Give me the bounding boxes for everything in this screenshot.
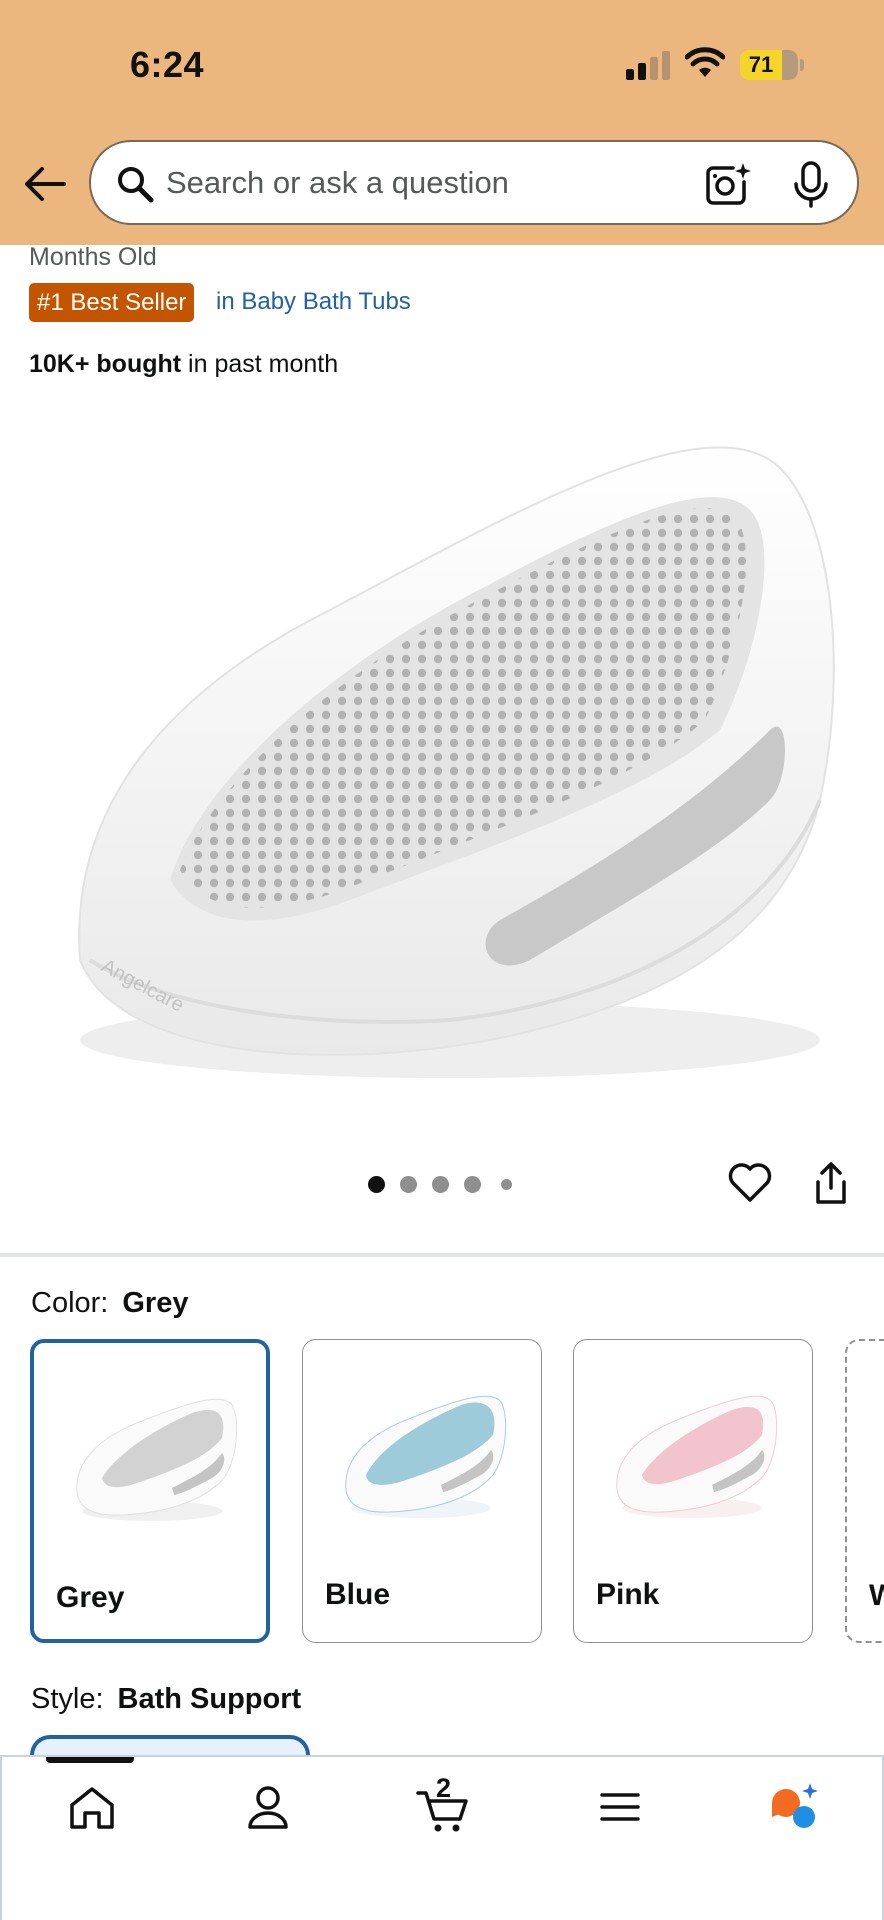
product-image[interactable]: Angelcare [30,400,854,1100]
battery-level: 71 [748,52,774,77]
microphone-icon[interactable] [791,160,831,208]
home-icon[interactable] [62,1779,122,1835]
battery-tip [800,59,804,71]
cart-count-badge: 2 [436,1773,452,1803]
selected-color: Grey [122,1287,189,1319]
swatch-label-grey: Grey [56,1581,125,1614]
color-swatch-list[interactable]: Grey Blue Pink W [0,1339,884,1645]
status-time: 6:24 [130,44,205,85]
color-label: Color: Grey [31,1287,188,1320]
color-swatch-white[interactable]: W [845,1339,884,1643]
wifi-icon [685,47,725,77]
share-icon[interactable] [810,1160,852,1206]
bought-count-bold: 10K+ bought [29,350,182,378]
app-header: 6:24 71 [0,0,884,245]
color-label-text: Color: [31,1287,109,1319]
pagination-dot-3[interactable] [432,1176,449,1193]
search-input[interactable] [166,160,666,206]
swatch-label-pink: Pink [596,1578,660,1611]
age-range-text: Months Old [29,243,157,271]
swatch-label-white: W [869,1579,884,1612]
pagination-dot-4[interactable] [464,1176,481,1193]
swatch-thumbnail-grey [76,1398,238,1521]
menu-icon[interactable] [590,1779,650,1835]
heart-icon[interactable] [727,1160,773,1204]
color-swatch-grey[interactable]: Grey [30,1339,270,1643]
cart-button[interactable]: 2 [414,1773,474,1835]
swatch-thumbnail-pink [616,1395,778,1518]
search-icon [118,167,154,203]
color-swatch-pink[interactable]: Pink [573,1339,813,1643]
pagination-dot-2[interactable] [400,1176,417,1193]
battery-icon: 71 [740,50,798,80]
style-label-text: Style: [31,1683,104,1715]
pagination-dot-1[interactable] [368,1176,385,1193]
section-divider [0,1253,884,1257]
account-icon[interactable] [238,1779,298,1835]
selected-style: Bath Support [117,1683,302,1715]
swatch-label-blue: Blue [325,1578,391,1611]
bought-count-rest: in past month [181,350,339,378]
search-bar[interactable] [89,140,859,225]
bought-count: 10K+ bought in past month [29,350,338,379]
status-bar: 6:24 71 [0,0,884,130]
camera-search-icon[interactable] [703,160,751,208]
rufus-assistant-icon[interactable] [764,1779,824,1835]
swatch-thumbnail-blue [345,1395,507,1518]
best-seller-badge[interactable]: #1 Best Seller [29,283,195,322]
style-label: Style: Bath Support [31,1683,301,1716]
color-swatch-blue[interactable]: Blue [302,1339,542,1643]
cellular-signal-icon [626,50,670,80]
image-pagination[interactable] [368,1176,518,1196]
bottom-nav: 2 [0,1755,884,1920]
category-link[interactable]: in Baby Bath Tubs [216,288,411,316]
pagination-dot-5[interactable] [501,1179,512,1190]
active-tab-indicator [46,1757,134,1763]
back-arrow-icon[interactable] [20,160,70,208]
